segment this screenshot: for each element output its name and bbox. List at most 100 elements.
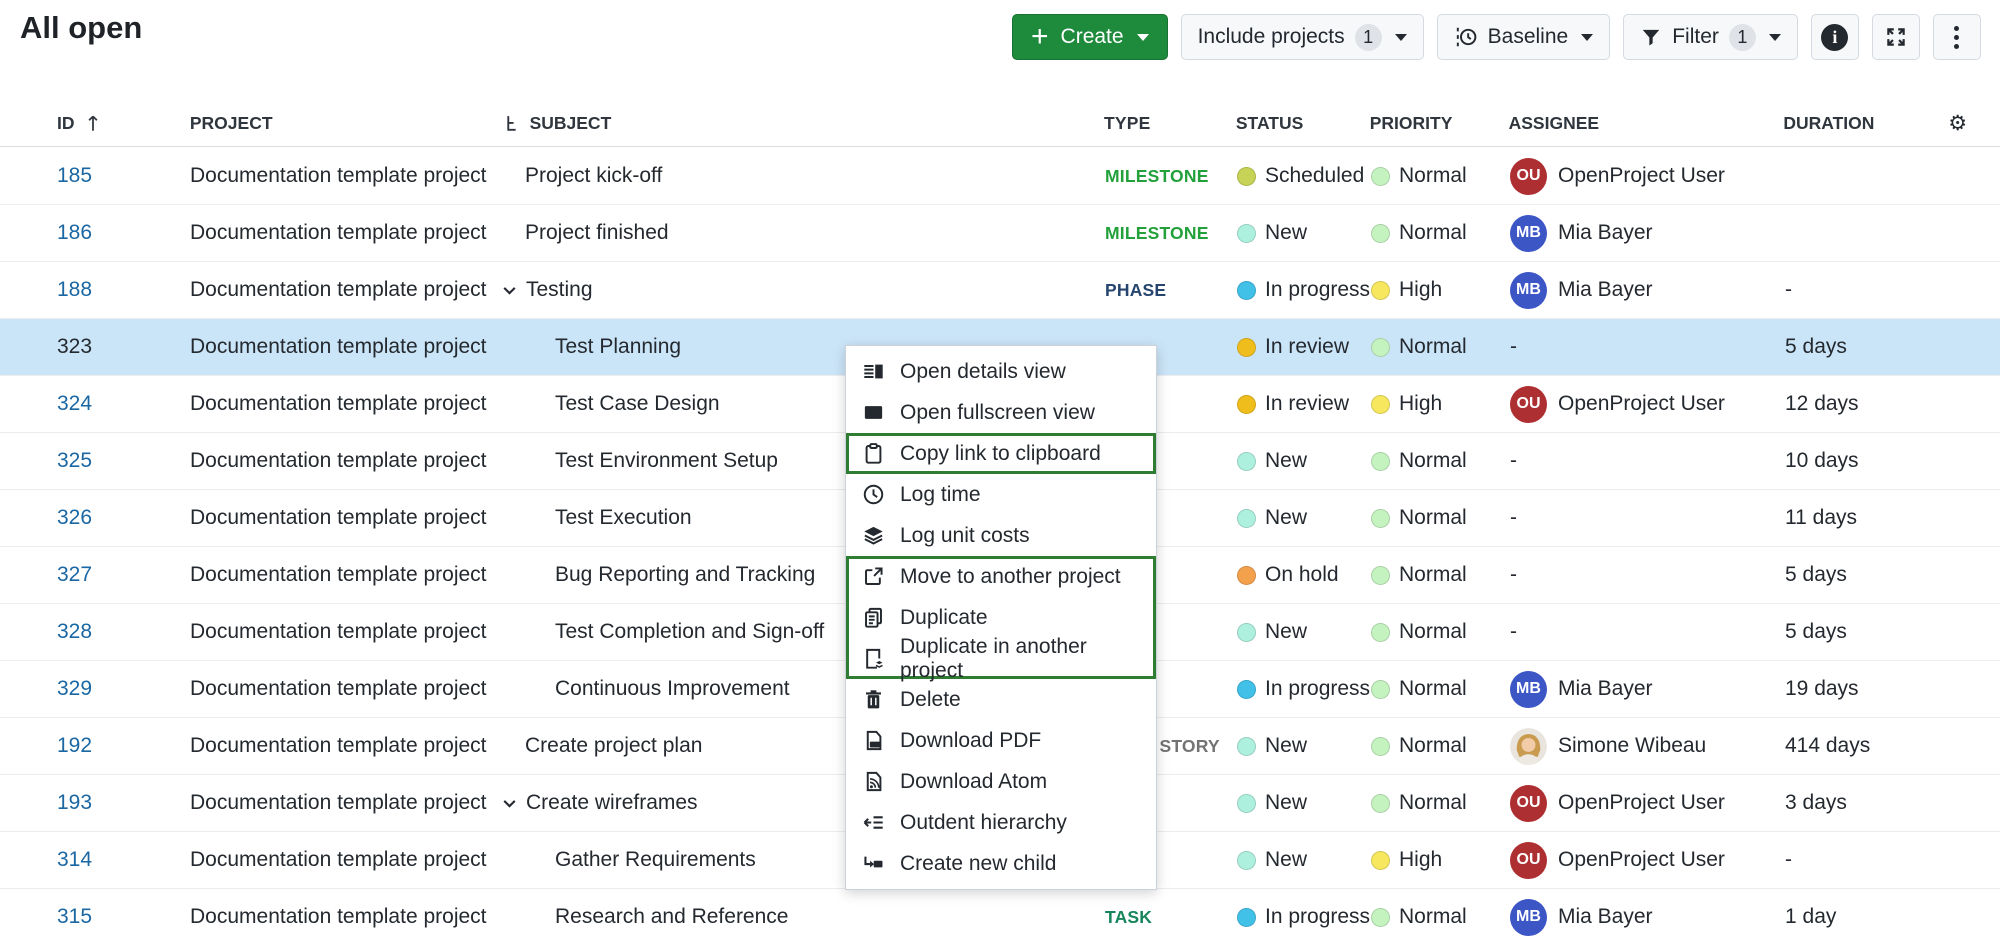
- avatar[interactable]: OU: [1510, 386, 1547, 423]
- filter-button[interactable]: Filter 1: [1623, 14, 1798, 60]
- project-cell[interactable]: Documentation template project: [190, 677, 500, 701]
- assignee-cell[interactable]: -: [1510, 449, 1785, 473]
- work-package-id-link[interactable]: 327: [57, 563, 92, 587]
- project-cell[interactable]: Documentation template project: [190, 905, 500, 929]
- project-cell[interactable]: Documentation template project: [190, 734, 500, 758]
- column-header-project[interactable]: PROJECT: [190, 113, 500, 134]
- status-cell[interactable]: In progress: [1237, 278, 1371, 302]
- project-cell[interactable]: Documentation template project: [190, 278, 500, 302]
- priority-cell[interactable]: Normal: [1371, 677, 1510, 701]
- table-row[interactable]: 185Documentation template projectProject…: [0, 148, 2000, 205]
- type-cell[interactable]: TASK: [1105, 907, 1237, 928]
- project-cell[interactable]: Documentation template project: [190, 791, 500, 815]
- column-header-subject[interactable]: SUBJECT: [500, 113, 1104, 134]
- assignee-name[interactable]: Mia Bayer: [1558, 221, 1653, 245]
- priority-cell[interactable]: Normal: [1371, 734, 1510, 758]
- assignee-cell[interactable]: -: [1510, 563, 1785, 587]
- subject-cell[interactable]: Project finished: [500, 221, 1105, 245]
- priority-cell[interactable]: Normal: [1371, 335, 1510, 359]
- status-cell[interactable]: New: [1237, 449, 1371, 473]
- status-cell[interactable]: New: [1237, 791, 1371, 815]
- assignee-name[interactable]: OpenProject User: [1558, 392, 1725, 416]
- avatar[interactable]: OU: [1510, 785, 1547, 822]
- assignee-cell[interactable]: OUOpenProject User: [1510, 842, 1785, 879]
- work-package-id-link[interactable]: 192: [57, 734, 92, 758]
- priority-cell[interactable]: Normal: [1371, 905, 1510, 929]
- project-cell[interactable]: Documentation template project: [190, 221, 500, 245]
- work-package-id-link[interactable]: 188: [57, 278, 92, 302]
- type-cell[interactable]: MILESTONE: [1105, 223, 1237, 244]
- context-menu-item-open-fullscreen-view[interactable]: Open fullscreen view: [846, 392, 1156, 433]
- avatar[interactable]: MB: [1510, 671, 1547, 708]
- assignee-name[interactable]: OpenProject User: [1558, 848, 1725, 872]
- column-header-type[interactable]: TYPE: [1104, 113, 1236, 134]
- priority-cell[interactable]: Normal: [1371, 449, 1510, 473]
- info-button[interactable]: i: [1811, 14, 1859, 60]
- assignee-name[interactable]: Mia Bayer: [1558, 905, 1653, 929]
- assignee-name[interactable]: Mia Bayer: [1558, 677, 1653, 701]
- column-header-id[interactable]: ID: [0, 113, 190, 134]
- project-cell[interactable]: Documentation template project: [190, 392, 500, 416]
- priority-cell[interactable]: Normal: [1371, 506, 1510, 530]
- table-settings-gear-icon[interactable]: ⚙: [1948, 111, 1967, 135]
- table-row[interactable]: 186 Documentation template projectProject…: [0, 205, 2000, 262]
- status-cell[interactable]: New: [1237, 734, 1371, 758]
- assignee-cell[interactable]: OUOpenProject User: [1510, 158, 1785, 195]
- work-package-id-link[interactable]: 326: [57, 506, 92, 530]
- column-header-duration[interactable]: DURATION: [1783, 113, 1948, 134]
- avatar[interactable]: MB: [1510, 899, 1547, 936]
- assignee-name[interactable]: Simone Wibeau: [1558, 734, 1706, 758]
- context-menu-item-outdent-hierarchy[interactable]: Outdent hierarchy: [846, 802, 1156, 843]
- context-menu-item-move-to-another-project[interactable]: Move to another project: [846, 556, 1156, 597]
- assignee-cell[interactable]: -: [1510, 506, 1785, 530]
- avatar[interactable]: MB: [1510, 272, 1547, 309]
- work-package-id-link[interactable]: 324: [57, 392, 92, 416]
- work-package-id-link[interactable]: 314: [57, 848, 92, 872]
- work-package-id-link[interactable]: 323: [57, 335, 92, 359]
- context-menu-item-open-details-view[interactable]: Open details view: [846, 351, 1156, 392]
- project-cell[interactable]: Documentation template project: [190, 620, 500, 644]
- work-package-id-link[interactable]: 329: [57, 677, 92, 701]
- status-cell[interactable]: New: [1237, 848, 1371, 872]
- type-cell[interactable]: MILESTONE: [1105, 166, 1237, 187]
- assignee-cell[interactable]: MB Mia Bayer: [1510, 899, 1785, 936]
- priority-cell[interactable]: High: [1371, 392, 1510, 416]
- assignee-cell[interactable]: -: [1510, 335, 1785, 359]
- context-menu-item-duplicate-in-another-project[interactable]: Duplicate in another project: [846, 638, 1156, 679]
- context-menu-item-log-time[interactable]: Log time: [846, 474, 1156, 515]
- project-cell[interactable]: Documentation template project: [190, 563, 500, 587]
- project-cell[interactable]: Documentation template project: [190, 506, 500, 530]
- status-cell[interactable]: In review: [1237, 392, 1371, 416]
- status-cell[interactable]: Scheduled: [1237, 164, 1371, 188]
- avatar[interactable]: MB: [1510, 215, 1547, 252]
- assignee-name[interactable]: OpenProject User: [1558, 791, 1725, 815]
- baseline-button[interactable]: Baseline: [1437, 14, 1611, 60]
- status-cell[interactable]: New: [1237, 506, 1371, 530]
- assignee-cell[interactable]: MB Mia Bayer: [1510, 215, 1785, 252]
- work-package-id-link[interactable]: 185: [57, 164, 92, 188]
- assignee-name[interactable]: Mia Bayer: [1558, 278, 1653, 302]
- context-menu-item-log-unit-costs[interactable]: Log unit costs: [846, 515, 1156, 556]
- type-cell[interactable]: PHASE: [1105, 280, 1237, 301]
- assignee-cell[interactable]: OU OpenProject User: [1510, 785, 1785, 822]
- collapse-chevron-icon[interactable]: [500, 281, 519, 300]
- context-menu-item-create-new-child[interactable]: Create new child: [846, 843, 1156, 884]
- priority-cell[interactable]: Normal: [1371, 791, 1510, 815]
- column-header-priority[interactable]: PRIORITY: [1370, 113, 1509, 134]
- work-package-id-link[interactable]: 325: [57, 449, 92, 473]
- subject-cell[interactable]: Testing: [500, 278, 1105, 302]
- priority-cell[interactable]: Normal: [1371, 563, 1510, 587]
- status-cell[interactable]: New: [1237, 620, 1371, 644]
- table-row[interactable]: 188 Documentation template projectTesting…: [0, 262, 2000, 319]
- work-package-id-link[interactable]: 315: [57, 905, 92, 929]
- column-header-status[interactable]: STATUS: [1236, 113, 1370, 134]
- status-cell[interactable]: In progress: [1237, 677, 1371, 701]
- assignee-cell[interactable]: MB Mia Bayer: [1510, 671, 1785, 708]
- context-menu-item-duplicate[interactable]: Duplicate: [846, 597, 1156, 638]
- avatar[interactable]: [1510, 728, 1547, 765]
- work-package-id-link[interactable]: 328: [57, 620, 92, 644]
- status-cell[interactable]: In progress: [1237, 905, 1371, 929]
- work-package-id-link[interactable]: 186: [57, 221, 92, 245]
- create-button[interactable]: + Create: [1012, 14, 1168, 60]
- status-cell[interactable]: On hold: [1237, 563, 1371, 587]
